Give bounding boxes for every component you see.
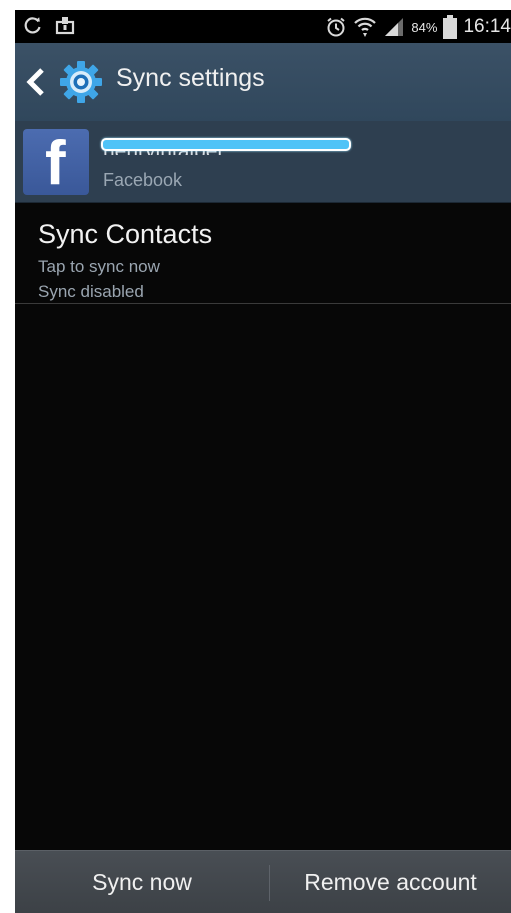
status-time: 16:14 bbox=[463, 16, 511, 37]
screenshot-icon bbox=[55, 17, 75, 35]
wifi-icon bbox=[354, 17, 377, 37]
sync-contacts-status: Sync disabled bbox=[38, 282, 144, 301]
account-type: Facebook bbox=[103, 170, 183, 190]
redaction-bar bbox=[101, 138, 351, 151]
battery-percent: 84% bbox=[411, 19, 438, 35]
account-header: f henryintalper Facebook bbox=[15, 121, 511, 203]
facebook-icon: f bbox=[23, 129, 89, 195]
sync-now-button[interactable]: Sync now bbox=[15, 851, 269, 913]
sync-icon bbox=[24, 17, 41, 34]
settings-gear-icon[interactable] bbox=[58, 59, 104, 105]
sync-contacts-subtitle: Tap to sync now bbox=[38, 257, 160, 276]
bottom-action-bar: Sync now Remove account bbox=[15, 850, 511, 913]
sync-contacts-item[interactable]: Sync Contacts Tap to sync now Sync disab… bbox=[15, 203, 511, 304]
facebook-logo-letter: f bbox=[45, 129, 66, 195]
signal-icon bbox=[385, 18, 404, 36]
alarm-icon bbox=[327, 17, 346, 37]
status-bar-right: 84% 16:14 bbox=[325, 14, 511, 40]
battery-icon bbox=[443, 15, 458, 39]
phone-screen: 84% 16:14 Sync settings f Facebook Sync … bbox=[15, 10, 511, 913]
back-icon[interactable] bbox=[25, 67, 47, 97]
status-bar-left bbox=[23, 15, 75, 35]
status-bar: 84% 16:14 bbox=[15, 10, 511, 43]
remove-account-button[interactable]: Remove account bbox=[270, 851, 511, 913]
action-bar: Sync settings bbox=[15, 43, 511, 122]
page-title: Sync settings bbox=[116, 64, 265, 92]
sync-contacts-title: Sync Contacts bbox=[38, 219, 213, 249]
